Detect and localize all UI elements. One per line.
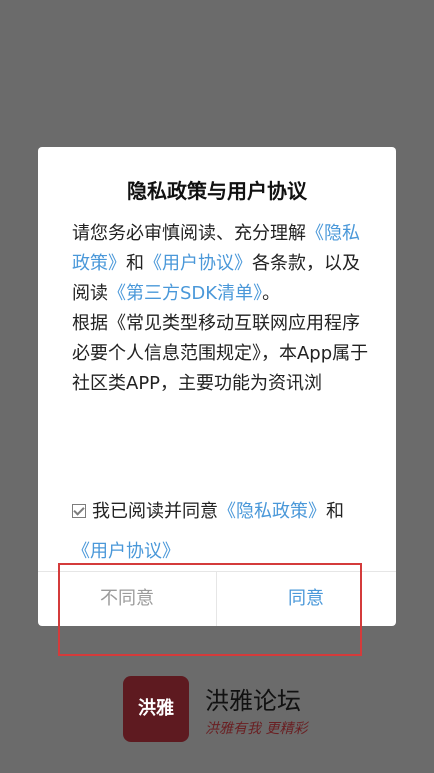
agree-and: 和 [326,501,344,522]
agree-text: 我已阅读并同意 [92,501,218,522]
privacy-dialog: 隐私政策与用户协议 请您务必审慎阅读、充分理解《隐私政策》和《用户协议》各条款，… [38,147,396,626]
content-paragraph-1: 请您务必审慎阅读、充分理解《隐私政策》和《用户协议》各条款，以及阅读《第三方SD… [72,219,372,309]
dialog-content: 请您务必审慎阅读、充分理解《隐私政策》和《用户协议》各条款，以及阅读《第三方SD… [72,219,372,444]
content-paragraph-2: 根据《常见类型移动互联网应用程序必要个人信息范围规定》，本App属于社区类APP… [72,313,369,394]
dialog-title: 隐私政策与用户协议 [127,179,307,203]
brand-tagline: 洪雅有我 更精彩 [205,721,308,737]
p1-end: 。 [262,283,281,304]
p1-prefix: 请您务必审慎阅读、充分理解 [72,223,306,244]
third-party-sdk-link[interactable]: 《第三方SDK清单》 [108,283,262,304]
p1-and: 和 [126,253,144,274]
agree-checkbox[interactable] [72,504,86,518]
agree-user-link[interactable]: 《用户协议》 [72,541,180,562]
brand-name: 洪雅论坛 [205,687,301,715]
agree-button[interactable]: 同意 [217,572,395,626]
app-logo: 洪雅 [123,676,189,742]
disagree-button[interactable]: 不同意 [38,572,216,626]
agree-privacy-link[interactable]: 《隐私政策》 [218,501,326,522]
check-icon [73,504,85,516]
agree-row: 我已阅读并同意《隐私政策》和《用户协议》 [72,492,372,572]
brand: 洪雅 洪雅论坛 洪雅有我 更精彩 [123,676,323,744]
user-agreement-link[interactable]: 《用户协议》 [144,253,252,274]
